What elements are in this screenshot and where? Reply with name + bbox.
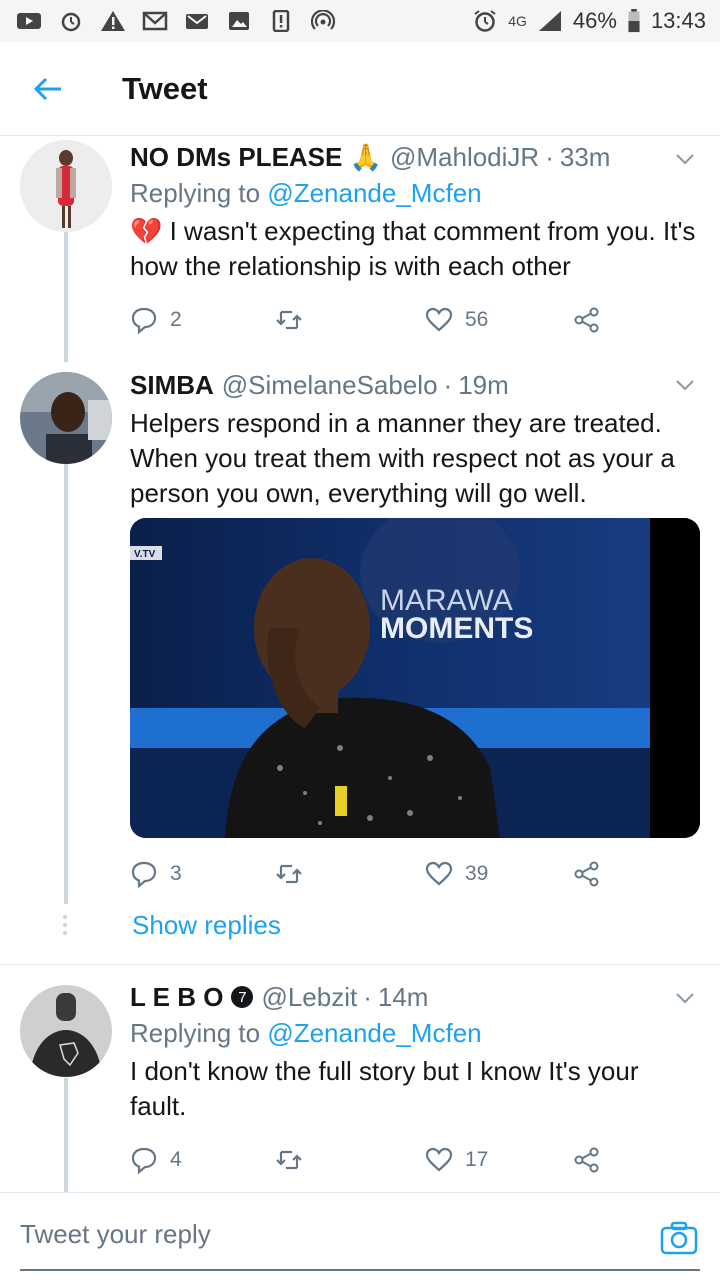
- retweet-icon: [276, 864, 302, 884]
- share-icon: [574, 1147, 599, 1173]
- arrow-left-icon: [33, 77, 61, 100]
- battery-icon: [628, 9, 640, 33]
- reply-icon: [131, 861, 157, 888]
- reply-count: 4: [170, 1148, 182, 1171]
- clock: 13:43: [650, 8, 706, 33]
- chevron-down-icon[interactable]: [674, 374, 696, 396]
- tweet-actions: 3 39: [130, 854, 610, 894]
- gmail-icon: [140, 9, 170, 33]
- share-button[interactable]: [573, 860, 601, 888]
- user-handle[interactable]: @MahlodiJR: [390, 142, 539, 173]
- tweet-text: Helpers respond in a manner they are tre…: [130, 408, 675, 508]
- alarm-icon: [474, 10, 496, 32]
- like-button[interactable]: 56: [425, 306, 488, 334]
- heart-icon: [425, 861, 453, 886]
- tweet[interactable]: L E B O 7 @Lebzit · 14m Replying to @Zen…: [0, 965, 720, 1192]
- tweet-header: NO DMs PLEASE 🙏 @MahlodiJR · 33m: [130, 140, 700, 174]
- page-title: Tweet: [122, 70, 208, 106]
- user-handle[interactable]: @SimelaneSabelo: [222, 370, 438, 401]
- signal-icon: [538, 11, 561, 31]
- battery-percent: 46%: [572, 8, 617, 33]
- tweet-text: I don't know the full story but I know I…: [130, 1056, 639, 1121]
- channel-logo: V.TV: [134, 549, 156, 560]
- media-caption-2: MOMENTS: [380, 612, 533, 645]
- show-replies-link[interactable]: Show replies: [132, 910, 281, 941]
- replying-to: Replying to @Zenande_Mcfen: [130, 176, 700, 210]
- replying-prefix: Replying to: [130, 1018, 268, 1048]
- alarm-icon: [56, 9, 86, 33]
- timestamp: 19m: [458, 369, 509, 400]
- tweet-media-video[interactable]: V.TV MARAWA MOMENTS: [130, 518, 700, 838]
- status-bar: 4G 46% 13:43: [0, 0, 720, 42]
- camera-icon[interactable]: [660, 1221, 698, 1255]
- like-count: 17: [465, 1148, 489, 1171]
- retweet-button[interactable]: [275, 860, 303, 888]
- timestamp: 33m: [559, 141, 611, 172]
- like-button[interactable]: 39: [425, 860, 488, 888]
- timestamp: 14m: [377, 981, 429, 1012]
- heart-icon: [425, 1147, 453, 1172]
- separator-dot: ·: [363, 981, 372, 1012]
- retweet-button[interactable]: [275, 1146, 303, 1174]
- avatar[interactable]: [20, 140, 112, 232]
- tweet[interactable]: NO DMs PLEASE 🙏 @MahlodiJR · 33m Replyin…: [0, 136, 720, 362]
- reply-icon: [131, 307, 157, 334]
- network-type: 4G: [508, 12, 527, 29]
- app-header: Tweet: [0, 42, 720, 136]
- retweet-icon: [276, 310, 302, 330]
- warning-icon: [98, 9, 128, 33]
- separator-dot: ·: [443, 369, 453, 400]
- like-count: 39: [465, 862, 489, 885]
- like-button[interactable]: 17: [425, 1146, 488, 1174]
- number-badge-icon: 7: [231, 986, 254, 1008]
- user-handle[interactable]: @Lebzit: [261, 982, 357, 1013]
- reply-button[interactable]: 2: [130, 306, 182, 334]
- input-underline: [20, 1269, 700, 1271]
- reply-icon: [131, 1147, 157, 1174]
- share-button[interactable]: [573, 306, 601, 334]
- reply-input[interactable]: Tweet your reply: [20, 1219, 211, 1250]
- display-name[interactable]: L E B O: [130, 982, 223, 1013]
- hotspot-icon: [308, 9, 338, 33]
- tweet-actions: 2 56: [130, 300, 610, 340]
- display-name[interactable]: NO DMs PLEASE 🙏: [130, 142, 382, 173]
- tweet-actions: 4 17: [130, 1140, 610, 1180]
- chevron-down-icon[interactable]: [674, 987, 696, 1009]
- chevron-down-icon[interactable]: [674, 148, 696, 170]
- youtube-icon: [14, 9, 44, 33]
- avatar[interactable]: [20, 372, 112, 464]
- like-count: 56: [465, 308, 489, 331]
- reply-count: 2: [170, 308, 182, 331]
- share-icon: [574, 307, 599, 333]
- tweet-header: SIMBA @SimelaneSabelo · 19m: [130, 368, 700, 402]
- replying-prefix: Replying to: [130, 178, 268, 208]
- reply-button[interactable]: 4: [130, 1146, 182, 1174]
- avatar[interactable]: [20, 985, 112, 1077]
- reply-button[interactable]: 3: [130, 860, 182, 888]
- reply-count: 3: [170, 862, 182, 885]
- retweet-button[interactable]: [275, 306, 303, 334]
- share-button[interactable]: [573, 1146, 601, 1174]
- share-icon: [574, 861, 599, 887]
- image-icon: [224, 9, 254, 33]
- more-dots-icon: [62, 914, 68, 936]
- replying-to-link[interactable]: @Zenande_Mcfen: [267, 178, 481, 208]
- replying-to-link[interactable]: @Zenande_Mcfen: [267, 1018, 481, 1048]
- reply-composer: Tweet your reply: [0, 1192, 720, 1280]
- separator-dot: ·: [545, 141, 554, 172]
- retweet-icon: [276, 1150, 302, 1170]
- tweet-header: L E B O 7 @Lebzit · 14m: [130, 980, 700, 1014]
- alert-icon: [266, 9, 296, 33]
- display-name[interactable]: SIMBA: [130, 370, 214, 401]
- mail-icon: [182, 9, 212, 33]
- replying-to: Replying to @Zenande_Mcfen: [130, 1016, 700, 1050]
- heart-icon: [425, 307, 453, 332]
- back-button[interactable]: [0, 42, 96, 136]
- tweet-text: 💔 I wasn't expecting that comment from y…: [130, 216, 696, 281]
